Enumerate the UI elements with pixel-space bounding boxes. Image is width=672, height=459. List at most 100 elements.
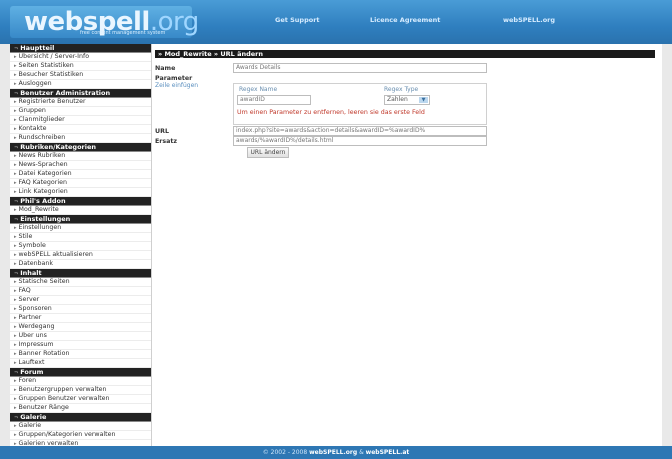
sidebar-item[interactable]: ▸ Übersicht / Server-Info (10, 53, 151, 62)
category-arrow-icon: ¬ (14, 370, 19, 376)
sidebar-item-label: Ausloggen (18, 80, 52, 87)
sidebar-item-label: News-Sprachen (18, 161, 68, 168)
bullet-icon: ▸ (14, 261, 17, 267)
chevron-down-icon: ▼ (419, 97, 428, 103)
sidebar-item-label: FAQ Kategorien (18, 179, 67, 186)
sidebar-item[interactable]: ▸ Datenbank (10, 260, 151, 269)
sidebar-category-title: Benutzer Administration (20, 89, 111, 97)
bullet-icon: ▸ (14, 189, 17, 195)
sidebar-item[interactable]: ▸ Statische Seiten (10, 278, 151, 287)
bullet-icon: ▸ (14, 81, 17, 87)
sidebar-item[interactable]: ▸ FAQ (10, 287, 151, 296)
url-input[interactable]: index.php?site=awards&action=details&awa… (233, 126, 487, 136)
sidebar-item[interactable]: ▸ Über uns (10, 332, 151, 341)
sidebar-item[interactable]: ▸ News Rubriken (10, 152, 151, 161)
ersatz-input[interactable]: awards/%awardID%/details.html (233, 136, 487, 146)
bullet-icon: ▸ (14, 342, 17, 348)
sidebar-item[interactable]: ▸ Registrierte Benutzer (10, 98, 151, 107)
sidebar-item[interactable]: ▸ Mod_Rewrite (10, 206, 151, 215)
bullet-icon: ▸ (14, 432, 17, 438)
sidebar-item[interactable]: ▸ Einstellungen (10, 224, 151, 233)
sidebar-item[interactable]: ▸ Kontakte (10, 125, 151, 134)
sidebar-item[interactable]: ▸ Clanmitglieder (10, 116, 151, 125)
sidebar-item[interactable]: ▸ Sponsoren (10, 305, 151, 314)
sidebar-item[interactable]: ▸ Link Kategorien (10, 188, 151, 197)
sidebar-item[interactable]: ▸ Impressum (10, 341, 151, 350)
sidebar-item[interactable]: ▸ Datei Kategorien (10, 170, 151, 179)
sidebar-item[interactable]: ▸ Symbole (10, 242, 151, 251)
bullet-icon: ▸ (14, 135, 17, 141)
sidebar-item[interactable]: ▸ Stile (10, 233, 151, 242)
sidebar-category-title: Einstellungen (20, 215, 71, 223)
content-area: » Mod_Rewrite » URL ändern Name Awards D… (155, 50, 655, 158)
bullet-icon: ▸ (14, 207, 17, 213)
sidebar-item-label: Benutzergruppen verwalten (18, 386, 107, 393)
col-regex-name: Regex Name (239, 86, 278, 93)
parameter-label: Parameter (155, 75, 193, 82)
sidebar-item-label: Clanmitglieder (18, 116, 65, 123)
category-arrow-icon: ¬ (14, 415, 19, 421)
sidebar-item[interactable]: ▸ Foren (10, 377, 151, 386)
bullet-icon: ▸ (14, 360, 17, 366)
bullet-icon: ▸ (14, 351, 17, 357)
bullet-icon: ▸ (14, 378, 17, 384)
sidebar-item[interactable]: ▸ Gruppen/Kategorien verwalten (10, 431, 151, 440)
parameter-table: Regex Name Regex Type awardID Zahlen ▼ U… (233, 83, 487, 125)
sidebar-item[interactable]: ▸ Besucher Statistiken (10, 71, 151, 80)
page-title: » Mod_Rewrite » URL ändern (155, 50, 655, 58)
category-arrow-icon: ¬ (14, 145, 19, 151)
sidebar-item[interactable]: ▸ Benutzergruppen verwalten (10, 386, 151, 395)
sidebar-category: ¬ Benutzer Administration (10, 89, 151, 98)
bullet-icon: ▸ (14, 324, 17, 330)
name-input[interactable]: Awards Details (233, 63, 487, 73)
sidebar-item[interactable]: ▸ Gruppen Benutzer verwalten (10, 395, 151, 404)
sidebar-item[interactable]: ▸ Galerie (10, 422, 151, 431)
sidebar-item-label: Impressum (18, 341, 54, 348)
bullet-icon: ▸ (14, 387, 17, 393)
sidebar-item[interactable]: ▸ Rundschreiben (10, 134, 151, 143)
sidebar-item[interactable]: ▸ Banner Rotation (10, 350, 151, 359)
nav-webspell-org[interactable]: webSPELL.org (503, 16, 555, 24)
sidebar-item[interactable]: ▸ FAQ Kategorien (10, 179, 151, 188)
sidebar-item-label: Foren (18, 377, 37, 384)
sidebar-item-label: Mod_Rewrite (18, 206, 59, 213)
url-change-button[interactable]: URL ändern (247, 147, 289, 158)
sidebar-item[interactable]: ▸ Seiten Statistiken (10, 62, 151, 71)
bullet-icon: ▸ (14, 297, 17, 303)
footer: © 2002 - 2008 webSPELL.org & webSPELL.at (0, 446, 672, 459)
sidebar-item[interactable]: ▸ Werdegang (10, 323, 151, 332)
sidebar-item[interactable]: ▸ Partner (10, 314, 151, 323)
nav-licence-agreement[interactable]: Licence Agreement (370, 16, 440, 24)
sidebar-item[interactable]: ▸ Gruppen (10, 107, 151, 116)
footer-link-webspell-at[interactable]: webSPELL.at (366, 449, 410, 456)
sidebar-item[interactable]: ▸ Lauftext (10, 359, 151, 368)
logo[interactable]: webspell.org free content management sys… (10, 6, 199, 38)
sidebar-category-title: Rubriken/Kategorien (20, 143, 97, 151)
bullet-icon: ▸ (14, 333, 17, 339)
category-arrow-icon: ¬ (14, 199, 19, 205)
sidebar-item[interactable]: ▸ Ausloggen (10, 80, 151, 89)
sidebar-item-label: Gruppen Benutzer verwalten (18, 395, 110, 402)
bullet-icon: ▸ (14, 117, 17, 123)
sidebar-item-label: Datenbank (18, 260, 54, 267)
sidebar-item-label: Übersicht / Server-Info (18, 53, 90, 60)
nav-get-support[interactable]: Get Support (275, 16, 320, 24)
sidebar-item[interactable]: ▸ webSPELL aktualisieren (10, 251, 151, 260)
regex-type-value: Zahlen (387, 96, 408, 103)
sidebar-category: ¬ Inhalt (10, 269, 151, 278)
sidebar-item[interactable]: ▸ Benutzer Ränge (10, 404, 151, 413)
category-arrow-icon: ¬ (14, 271, 19, 277)
insert-row-link[interactable]: Zeile einfügen (155, 82, 198, 89)
bullet-icon: ▸ (14, 153, 17, 159)
sidebar-item[interactable]: ▸ Server (10, 296, 151, 305)
bullet-icon: ▸ (14, 234, 17, 240)
regex-name-input[interactable]: awardID (237, 95, 311, 105)
bullet-icon: ▸ (14, 315, 17, 321)
bullet-icon: ▸ (14, 405, 17, 411)
regex-type-select[interactable]: Zahlen ▼ (384, 95, 430, 105)
sidebar-item-label: Symbole (18, 242, 46, 249)
footer-link-webspell-org[interactable]: webSPELL.org (309, 449, 357, 456)
bullet-icon: ▸ (14, 252, 17, 258)
sidebar-item[interactable]: ▸ News-Sprachen (10, 161, 151, 170)
sidebar-category: ¬ Einstellungen (10, 215, 151, 224)
